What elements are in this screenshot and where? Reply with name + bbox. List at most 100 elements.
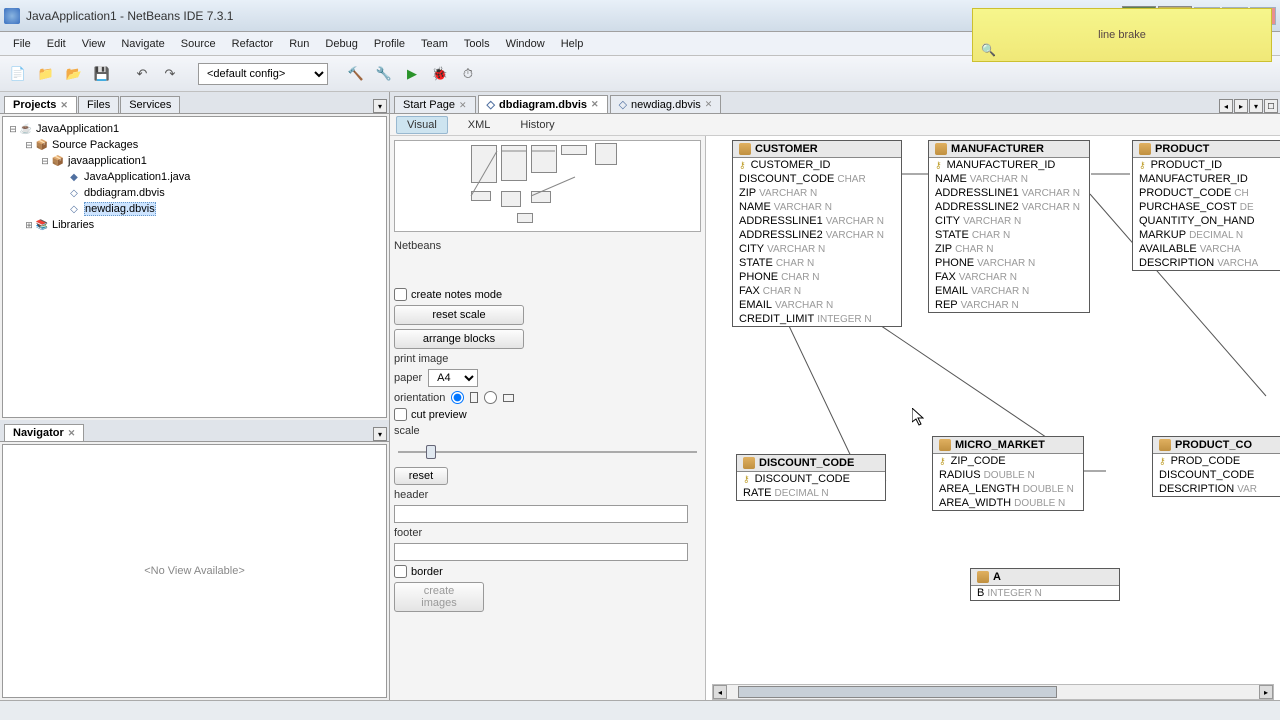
table-column[interactable]: ADDRESSLINE1 VARCHAR N xyxy=(733,214,901,228)
reset-button[interactable]: reset xyxy=(394,467,448,485)
menu-help[interactable]: Help xyxy=(554,36,591,52)
arrange-blocks-button[interactable]: arrange blocks xyxy=(394,329,524,349)
tab-services[interactable]: Services xyxy=(120,96,180,113)
tab-list-icon[interactable]: ▾ xyxy=(1249,99,1263,113)
table-column[interactable]: NAME VARCHAR N xyxy=(733,200,901,214)
tab-files[interactable]: Files xyxy=(78,96,119,113)
tab-max-icon[interactable]: ☐ xyxy=(1264,99,1278,113)
redo-icon[interactable]: ↷ xyxy=(158,62,182,86)
table-column[interactable]: NAME VARCHAR N xyxy=(929,172,1089,186)
tree-toggle-icon[interactable]: ⊞ xyxy=(23,220,35,231)
cut-preview-checkbox[interactable]: cut preview xyxy=(394,408,701,421)
menu-window[interactable]: Window xyxy=(499,36,552,52)
new-project-icon[interactable]: 📁 xyxy=(34,62,58,86)
scroll-thumb[interactable] xyxy=(738,686,1057,698)
tree-node-file[interactable]: dbdiagram.dbvis xyxy=(84,187,165,199)
table-column[interactable]: MANUFACTURER_ID xyxy=(1133,172,1280,186)
table-product[interactable]: PRODUCT ⚷PRODUCT_ID MANUFACTURER_ID PROD… xyxy=(1132,140,1280,271)
tree-toggle-icon[interactable]: ⊟ xyxy=(39,156,51,167)
footer-input[interactable] xyxy=(394,543,688,561)
menu-run[interactable]: Run xyxy=(282,36,316,52)
scale-slider[interactable] xyxy=(398,451,697,453)
tab-prev-icon[interactable]: ◂ xyxy=(1219,99,1233,113)
table-column[interactable]: REP VARCHAR N xyxy=(929,298,1089,312)
close-icon[interactable]: ✕ xyxy=(60,100,68,110)
table-a[interactable]: A B INTEGER N xyxy=(970,568,1120,601)
table-column[interactable]: MARKUP DECIMAL N xyxy=(1133,228,1280,242)
subtab-visual[interactable]: Visual xyxy=(396,116,448,134)
table-column[interactable]: ⚷DISCOUNT_CODE xyxy=(737,472,885,486)
debug-icon[interactable]: 🐞 xyxy=(428,62,452,86)
menu-view[interactable]: View xyxy=(75,36,113,52)
table-column[interactable]: PHONE VARCHAR N xyxy=(929,256,1089,270)
table-column[interactable]: ⚷PROD_CODE xyxy=(1153,454,1280,468)
panel-minimize-icon[interactable]: ▾ xyxy=(373,99,387,113)
paper-select[interactable]: A4 xyxy=(428,369,478,387)
table-column[interactable]: AREA_LENGTH DOUBLE N xyxy=(933,482,1083,496)
table-column[interactable]: AREA_WIDTH DOUBLE N xyxy=(933,496,1083,510)
orientation-portrait-radio[interactable] xyxy=(451,391,464,404)
config-select[interactable]: <default config> xyxy=(198,63,328,85)
table-micro-market[interactable]: MICRO_MARKET ⚷ZIP_CODE RADIUS DOUBLE NAR… xyxy=(932,436,1084,511)
table-column[interactable]: EMAIL VARCHAR N xyxy=(929,284,1089,298)
menu-tools[interactable]: Tools xyxy=(457,36,497,52)
run-icon[interactable]: ▶ xyxy=(400,62,424,86)
build-icon[interactable]: 🔨 xyxy=(344,62,368,86)
create-notes-checkbox[interactable]: create notes mode xyxy=(394,288,701,301)
tab-projects[interactable]: Projects✕ xyxy=(4,96,77,113)
table-column[interactable]: CREDIT_LIMIT INTEGER N xyxy=(733,312,901,326)
table-column[interactable]: RADIUS DOUBLE N xyxy=(933,468,1083,482)
table-column[interactable]: AVAILABLE VARCHA xyxy=(1133,242,1280,256)
header-input[interactable] xyxy=(394,505,688,523)
table-column[interactable]: ⚷CUSTOMER_ID xyxy=(733,158,901,172)
tree-node-project[interactable]: JavaApplication1 xyxy=(36,123,119,135)
tab-newdiag[interactable]: ◇newdiag.dbvis✕ xyxy=(610,95,722,113)
table-column[interactable]: DESCRIPTION VARCHA xyxy=(1133,256,1280,270)
tab-next-icon[interactable]: ▸ xyxy=(1234,99,1248,113)
undo-icon[interactable]: ↶ xyxy=(130,62,154,86)
table-column[interactable]: STATE CHAR N xyxy=(733,256,901,270)
table-column[interactable]: DISCOUNT_CODE CHAR xyxy=(733,172,901,186)
table-column[interactable]: PHONE CHAR N xyxy=(733,270,901,284)
menu-file[interactable]: File xyxy=(6,36,38,52)
tree-node-libraries[interactable]: Libraries xyxy=(52,219,94,231)
table-column[interactable]: ADDRESSLINE2 VARCHAR N xyxy=(929,200,1089,214)
table-column[interactable]: PRODUCT_CODE CH xyxy=(1133,186,1280,200)
horizontal-scrollbar[interactable]: ◂ ▸ xyxy=(712,684,1274,700)
menu-edit[interactable]: Edit xyxy=(40,36,73,52)
menu-navigate[interactable]: Navigate xyxy=(114,36,171,52)
close-icon[interactable]: ✕ xyxy=(68,428,76,438)
tree-node-sourcepkg[interactable]: Source Packages xyxy=(52,139,138,151)
tab-start-page[interactable]: Start Page✕ xyxy=(394,96,476,113)
menu-profile[interactable]: Profile xyxy=(367,36,412,52)
table-column[interactable]: ⚷MANUFACTURER_ID xyxy=(929,158,1089,172)
table-column[interactable]: RATE DECIMAL N xyxy=(737,486,885,500)
reset-scale-button[interactable]: reset scale xyxy=(394,305,524,325)
menu-source[interactable]: Source xyxy=(174,36,223,52)
table-customer[interactable]: CUSTOMER ⚷CUSTOMER_ID DISCOUNT_CODE CHAR… xyxy=(732,140,902,327)
table-column[interactable]: B INTEGER N xyxy=(971,586,1119,600)
new-file-icon[interactable]: 📄 xyxy=(6,62,30,86)
tree-node-pkg[interactable]: javaapplication1 xyxy=(68,155,147,167)
tab-dbdiagram[interactable]: ◇dbdiagram.dbvis✕ xyxy=(478,95,608,113)
save-all-icon[interactable]: 💾 xyxy=(90,62,114,86)
table-column[interactable]: ⚷ZIP_CODE xyxy=(933,454,1083,468)
table-column[interactable]: FAX VARCHAR N xyxy=(929,270,1089,284)
tree-node-file[interactable]: JavaApplication1.java xyxy=(84,171,190,183)
menu-debug[interactable]: Debug xyxy=(318,36,364,52)
close-icon[interactable]: ✕ xyxy=(591,99,599,110)
tree-toggle-icon[interactable]: ⊟ xyxy=(23,140,35,151)
scroll-right-icon[interactable]: ▸ xyxy=(1259,685,1273,699)
table-manufacturer[interactable]: MANUFACTURER ⚷MANUFACTURER_ID NAME VARCH… xyxy=(928,140,1090,313)
table-column[interactable]: STATE CHAR N xyxy=(929,228,1089,242)
close-icon[interactable]: ✕ xyxy=(459,100,467,111)
profile-icon[interactable]: ⏱ xyxy=(456,62,480,86)
subtab-history[interactable]: History xyxy=(510,117,564,133)
table-column[interactable]: EMAIL VARCHAR N xyxy=(733,298,901,312)
table-column[interactable]: ZIP VARCHAR N xyxy=(733,186,901,200)
open-icon[interactable]: 📂 xyxy=(62,62,86,86)
table-column[interactable]: QUANTITY_ON_HAND xyxy=(1133,214,1280,228)
create-images-button[interactable]: create images xyxy=(394,582,484,612)
tab-navigator[interactable]: Navigator✕ xyxy=(4,424,84,441)
table-column[interactable]: ADDRESSLINE2 VARCHAR N xyxy=(733,228,901,242)
